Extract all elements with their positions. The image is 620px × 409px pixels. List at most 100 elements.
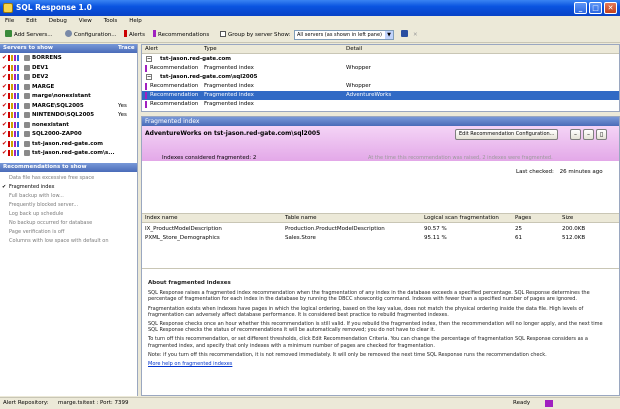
- group-by-server-checkbox[interactable]: Group by server: [218, 29, 274, 41]
- checkmark-icon[interactable]: ✔: [2, 121, 7, 128]
- server-item[interactable]: ✔ marge\nonexistant: [0, 92, 138, 100]
- recommendation-filter-item[interactable]: Frequently blocked server...: [0, 201, 138, 209]
- configuration-button[interactable]: Configuration...: [63, 29, 119, 41]
- column-header-type[interactable]: Type: [204, 45, 217, 54]
- servers-panel-header: Servers to show Trace: [0, 44, 137, 53]
- column-header-pages[interactable]: Pages: [515, 214, 531, 223]
- edit-recommendation-configuration-button[interactable]: Edit Recommendation Configuration...: [455, 129, 559, 140]
- checkmark-icon[interactable]: ✔: [2, 83, 7, 90]
- recommendation-filter-item[interactable]: Log back up schedule: [0, 210, 138, 218]
- column-header-size[interactable]: Size: [562, 214, 573, 223]
- server-icon: [24, 74, 30, 80]
- server-item[interactable]: ✔ DEV1: [0, 64, 138, 72]
- checkmark-icon[interactable]: ✔: [2, 64, 7, 71]
- server-item[interactable]: ✔ tst-jason.red-gate.com\s...: [0, 149, 138, 157]
- alert-level-bars: [8, 121, 23, 128]
- show-filter-select[interactable]: All servers (as shown in left pane) ▼: [294, 30, 394, 40]
- checkmark-icon[interactable]: ✔: [2, 112, 7, 118]
- alerts-list: Alert Type Detail − tst-jason.red-gate.co…: [141, 44, 620, 112]
- minimize-alert-button[interactable]: –: [570, 129, 581, 140]
- recommendations-toggle[interactable]: Recommendations: [151, 29, 211, 41]
- checkmark-icon[interactable]: ✔: [2, 131, 7, 137]
- checkmark-icon[interactable]: ✔: [2, 140, 7, 147]
- server-item[interactable]: ✔ MARGE\SQL2005 Yes: [0, 102, 138, 110]
- add-servers-button[interactable]: Add Servers...: [3, 29, 55, 41]
- server-name: DEV2: [32, 74, 49, 80]
- left-pane: Servers to show Trace ✔ BORRENS ✔ DEV1 ✔ DEV2…: [0, 44, 138, 396]
- alert-detail-cell: AdventureWorks: [346, 92, 392, 98]
- delete-button[interactable]: ✕: [411, 29, 420, 41]
- menu-file[interactable]: File: [0, 16, 19, 26]
- menu-help[interactable]: Help: [124, 16, 147, 26]
- table-row[interactable]: IX_ProductModelDescription Production.Pro…: [142, 225, 619, 233]
- server-icon: [24, 150, 30, 156]
- alert-row[interactable]: Recommendation Fragmented index: [142, 100, 619, 109]
- recommendation-filter-item[interactable]: Full backup with low...: [0, 192, 138, 200]
- more-help-link[interactable]: More help on fragmented indexes: [148, 361, 232, 367]
- recommendation-filter-item[interactable]: Data file has excessive free space: [0, 174, 138, 182]
- recommendation-filter-item[interactable]: Columns with low space with default on: [0, 237, 138, 245]
- server-item[interactable]: ✔ SQL2000-ZAP00: [0, 130, 138, 138]
- server-icon: [24, 121, 30, 128]
- menu-debug[interactable]: Debug: [44, 16, 72, 26]
- table-row[interactable]: PXML_Store_Demographics Sales.Store 95.11 …: [142, 234, 619, 242]
- server-name: MARGE: [32, 83, 55, 90]
- alert-row[interactable]: Recommendation Fragmented index Whopper: [142, 64, 619, 73]
- alert-detail-cell: Whopper: [346, 83, 371, 89]
- column-header-fragmentation[interactable]: Logical scan fragmentation: [424, 214, 499, 223]
- checkmark-icon[interactable]: ✔: [2, 93, 7, 99]
- collapse-icon[interactable]: −: [146, 56, 152, 62]
- recommendation-filter-item[interactable]: ✔ Fragmented index: [0, 183, 138, 191]
- column-header-table-name[interactable]: Table name: [285, 214, 317, 223]
- show-label: Show:: [274, 32, 291, 38]
- server-item[interactable]: ✔ NINTENDO\SQL2005 Yes: [0, 111, 138, 119]
- close-button[interactable]: ✕: [604, 2, 617, 14]
- maximize-button[interactable]: □: [589, 2, 602, 14]
- fragmentation-cell: 95.11 %: [424, 235, 447, 241]
- restore-alert-button[interactable]: –: [583, 129, 594, 140]
- recommendation-marker-icon: [153, 30, 156, 37]
- server-item[interactable]: ✔ tst-jason.red-gate.com: [0, 140, 138, 148]
- server-icon: [24, 131, 30, 137]
- alert-level-bars: [8, 93, 23, 99]
- collapse-icon[interactable]: −: [146, 74, 152, 80]
- server-item[interactable]: ✔ nonexistant: [0, 121, 138, 129]
- fragmentation-cell: 90.57 %: [424, 226, 447, 232]
- alerts-toggle[interactable]: Alerts: [122, 29, 147, 41]
- recommendation-filter-item[interactable]: Page verification is off: [0, 228, 138, 236]
- server-name: nonexistant: [32, 121, 69, 128]
- menu-edit[interactable]: Edit: [21, 16, 42, 26]
- server-name: tst-jason.red-gate.com\s...: [32, 150, 115, 156]
- minimize-button[interactable]: _: [574, 2, 587, 14]
- menu-tools[interactable]: Tools: [99, 16, 123, 26]
- server-name: DEV1: [32, 64, 49, 71]
- column-header-alert[interactable]: Alert: [145, 45, 158, 54]
- delete-alert-button[interactable]: ▯: [596, 129, 607, 140]
- alert-type-cell: Recommendation: [150, 65, 199, 71]
- server-item[interactable]: ✔ BORRENS: [0, 54, 138, 62]
- server-group-row[interactable]: − tst-jason.red-gate.com\sql2005: [142, 73, 619, 81]
- column-header-detail[interactable]: Detail: [346, 45, 362, 54]
- server-item[interactable]: ✔ MARGE: [0, 83, 138, 91]
- recommendation-filter-label: Frequently blocked server...: [9, 202, 79, 208]
- trash-icon: ▯: [599, 131, 604, 138]
- alert-row[interactable]: Recommendation Fragmented index AdventureW…: [142, 91, 619, 100]
- window-title: SQL Response 1.0: [16, 3, 92, 12]
- checkmark-icon[interactable]: ✔: [2, 150, 7, 156]
- checkbox-icon: [220, 31, 226, 37]
- server-item[interactable]: ✔ DEV2: [0, 73, 138, 81]
- column-header-index-name[interactable]: Index name: [145, 214, 178, 223]
- checkmark-icon[interactable]: ✔: [2, 74, 7, 80]
- checkmark-icon[interactable]: ✔: [2, 55, 7, 61]
- recommendation-icon: [545, 400, 553, 407]
- alert-row[interactable]: Recommendation Fragmented index Whopper: [142, 82, 619, 91]
- server-icon: [24, 140, 30, 147]
- minus-icon: –: [574, 131, 577, 138]
- menu-view[interactable]: View: [74, 16, 97, 26]
- checkmark-icon[interactable]: ✔: [2, 102, 7, 109]
- alerts-column-headers: Alert Type Detail: [142, 45, 619, 54]
- server-icon: [24, 93, 30, 99]
- menu-bar: File Edit Debug View Tools Help: [0, 16, 620, 27]
- recommendation-filter-item[interactable]: No backup occurred for database: [0, 219, 138, 227]
- server-group-row[interactable]: − tst-jason.red-gate.com: [142, 55, 619, 63]
